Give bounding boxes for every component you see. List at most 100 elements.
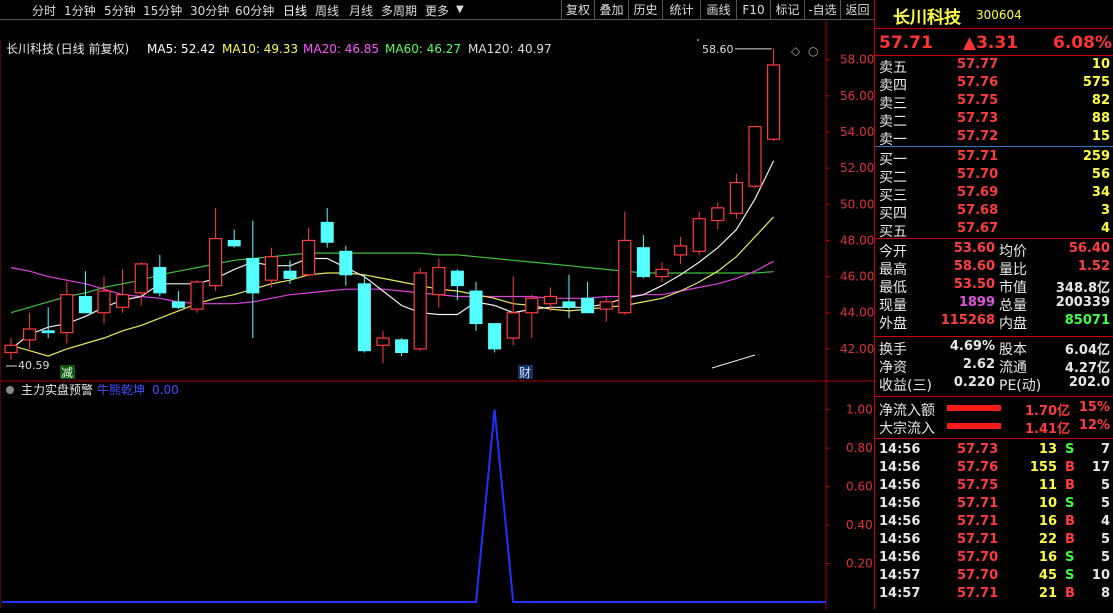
asks-price: 57.73 xyxy=(957,111,999,126)
more-dropdown-icon[interactable]: ▼ xyxy=(456,4,464,15)
candle-body-up xyxy=(729,181,744,214)
tick-volume: 21 xyxy=(1038,586,1057,601)
candle-body-up xyxy=(618,239,632,314)
toolbar-button-2[interactable]: 历史 xyxy=(628,0,662,20)
quote-stock-name: 长川科技 xyxy=(893,8,961,28)
kline-chart[interactable]: 58.00 56.00 54.00 52.00 50.00 48.00 46.00 44.00… xyxy=(0,20,874,609)
quote-change: ▲3.31 xyxy=(963,33,1019,53)
stats-row: 今开 53.60 均价 56.40 xyxy=(875,241,1113,260)
tick-side: S xyxy=(1065,568,1075,583)
period-tab-8[interactable]: 月线 xyxy=(349,2,373,19)
bids-price: 57.69 xyxy=(957,185,999,200)
y-tick-label: 50.00 xyxy=(840,197,874,211)
candle-body-up xyxy=(376,337,390,346)
toolbar-button-0[interactable]: 复权 xyxy=(561,0,594,20)
quote-price: 57.71 xyxy=(879,33,933,53)
toolbar-button-8[interactable]: 返回 xyxy=(840,0,874,20)
tick-side: B xyxy=(1065,586,1075,601)
divider xyxy=(875,28,1113,29)
candle-body-up xyxy=(60,294,74,334)
period-tab-5[interactable]: 60分钟 xyxy=(235,2,274,19)
period-tab-4[interactable]: 30分钟 xyxy=(190,2,229,19)
stat-value: 53.60 xyxy=(953,241,995,256)
candle-body-down xyxy=(171,301,185,308)
period-tab-0[interactable]: 分时 xyxy=(32,2,56,19)
period-tab-3[interactable]: 15分钟 xyxy=(143,2,182,19)
indicator-toggle-icon[interactable] xyxy=(6,386,14,394)
stat-value: 0.220 xyxy=(953,375,995,390)
tick-time: 14:56 xyxy=(879,514,921,529)
tick-side: S xyxy=(1065,496,1075,511)
indicator-line xyxy=(2,409,826,603)
bids-volume: 259 xyxy=(1082,149,1110,164)
candle-body-up xyxy=(134,263,148,294)
stats-row: 最低 53.50 市值 348.8亿 xyxy=(875,277,1113,296)
ind-tick-label: 1.00 xyxy=(846,403,873,417)
period-tab-2[interactable]: 5分钟 xyxy=(104,2,136,19)
bids-price: 57.71 xyxy=(957,149,999,164)
candle-body-up xyxy=(673,245,688,256)
candle-body-down xyxy=(153,267,167,294)
diamond-icon[interactable]: ◇ xyxy=(791,44,801,58)
toolbar-button-3[interactable]: 统计 xyxy=(662,0,700,20)
bids-row: 买四 57.68 3 xyxy=(875,203,1113,222)
period-tab-10[interactable]: 更多 xyxy=(425,2,449,19)
stat-label: 换手 xyxy=(879,342,907,358)
quote-stock-code: 300604 xyxy=(976,8,1022,22)
finance-marker[interactable]: 财 xyxy=(519,366,531,380)
y-tick-label: 46.00 xyxy=(840,270,874,284)
candle-body-down xyxy=(227,239,241,247)
period-tab-6[interactable]: 日线 xyxy=(283,2,307,19)
ma5-line xyxy=(10,160,775,350)
flow-label: 净流入额 xyxy=(879,403,935,419)
high-price-label: 58.60 xyxy=(702,43,734,56)
stat-label: 量比 xyxy=(999,262,1027,278)
tick-volume: 10 xyxy=(1038,496,1057,511)
candle-body-up xyxy=(748,125,762,187)
flow-bar xyxy=(947,405,1001,411)
tick-volume: 16 xyxy=(1038,514,1057,529)
y-tick-label: 42.00 xyxy=(840,342,874,356)
toolbar-button-1[interactable]: 叠加 xyxy=(594,0,628,20)
candle-body-down xyxy=(469,290,483,325)
toolbar-button-4[interactable]: 画线 xyxy=(700,0,736,20)
stat-value: 85071 xyxy=(1064,313,1110,328)
y-tick-label: 48.00 xyxy=(840,233,874,247)
ind-tick-label: 0.60 xyxy=(846,480,873,494)
tick-time: 14:56 xyxy=(879,496,921,511)
period-tab-9[interactable]: 多周期 xyxy=(381,2,417,19)
tick-row: 14:56 57.71 10 S 5 xyxy=(875,496,1113,513)
candle-body-up xyxy=(115,294,130,308)
stat-value: 115268 xyxy=(940,313,995,328)
tick-row: 14:57 57.70 45 S 10 xyxy=(875,568,1113,585)
period-tab-1[interactable]: 1分钟 xyxy=(64,2,96,19)
period-tab-7[interactable]: 周线 xyxy=(315,2,339,19)
tick-price: 57.70 xyxy=(957,550,999,565)
tick-count: 4 xyxy=(1100,514,1110,529)
asks-price: 57.72 xyxy=(957,129,999,144)
reduction-marker[interactable]: 减 xyxy=(61,366,73,380)
ma-legend-0: MA5: 52.42 xyxy=(147,42,215,56)
candle-body-up xyxy=(599,301,613,310)
toolbar-button-7[interactable]: -自选 xyxy=(804,0,840,20)
candle-body-down xyxy=(78,295,92,314)
flow-row: 大宗流入 1.41亿 12% xyxy=(875,418,1113,437)
flow-row: 净流入额 1.70亿 15% xyxy=(875,400,1113,419)
bids-volume: 3 xyxy=(1100,203,1110,218)
tick-count: 5 xyxy=(1100,532,1110,547)
toolbar-button-6[interactable]: 标记 xyxy=(770,0,804,20)
circle-icon[interactable]: ○ xyxy=(808,44,818,58)
candle-body-down xyxy=(339,250,353,276)
indicator-value: 0.00 xyxy=(152,383,179,397)
toolbar-button-5[interactable]: F10 xyxy=(736,0,770,20)
candle-body-up xyxy=(543,295,558,305)
stat-value: 202.0 xyxy=(1068,375,1110,390)
asks-label: 卖四 xyxy=(879,78,907,94)
bids-label: 买四 xyxy=(879,206,907,222)
ind-tick-label: 0.40 xyxy=(846,518,873,532)
ind-tick-label: 0.20 xyxy=(846,557,873,571)
candle-body-down xyxy=(246,258,260,294)
y-tick-label: 54.00 xyxy=(840,125,874,139)
tick-row: 14:57 57.71 21 B 8 xyxy=(875,586,1113,603)
y-tick-label: 52.00 xyxy=(840,161,874,175)
